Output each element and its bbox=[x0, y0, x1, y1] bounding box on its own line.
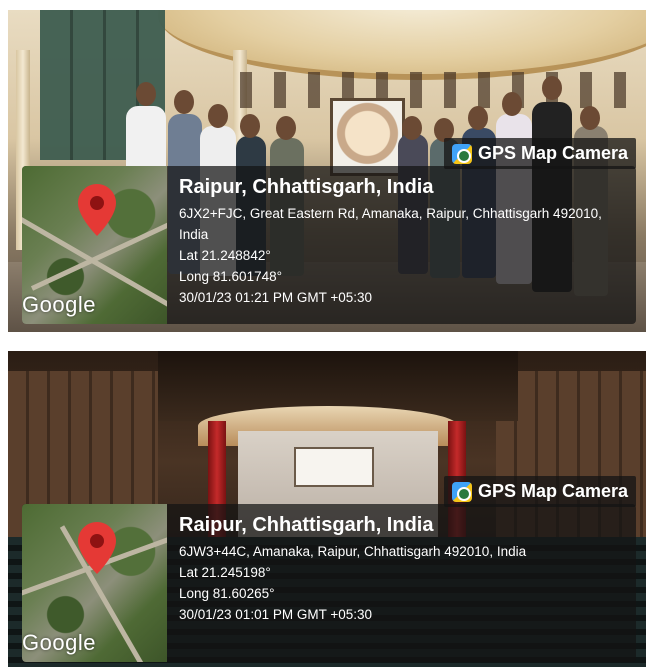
geotagged-photo-2: GPS Map Camera Google Raipur, Chhattisga… bbox=[8, 351, 646, 667]
person-head bbox=[276, 116, 296, 140]
person-head bbox=[174, 90, 194, 114]
portrait-poster bbox=[330, 98, 405, 176]
person-head bbox=[542, 76, 562, 100]
person-head bbox=[580, 106, 600, 130]
timestamp-text: 30/01/23 01:01 PM GMT +05:30 bbox=[179, 607, 373, 622]
location-details: Raipur, Chhattisgarh, India 6JX2+FJC, Gr… bbox=[167, 166, 636, 324]
building-windows bbox=[218, 72, 638, 108]
gps-map-camera-tag: GPS Map Camera bbox=[443, 476, 636, 507]
gps-map-camera-label: GPS Map Camera bbox=[477, 481, 628, 501]
location-title: Raipur, Chhattisgarh, India bbox=[179, 176, 434, 198]
gps-map-camera-label: GPS Map Camera bbox=[477, 143, 628, 163]
geotagged-photo-1: GPS Map Camera Google Raipur, Chhattisga… bbox=[8, 10, 646, 332]
map-thumbnail: Google bbox=[22, 166, 167, 324]
person-head bbox=[136, 82, 156, 106]
location-details: Raipur, Chhattisgarh, India 6JW3+44C, Am… bbox=[167, 504, 636, 662]
person-head bbox=[208, 104, 228, 128]
map-pin-icon bbox=[78, 522, 116, 574]
google-logo: Google bbox=[22, 630, 96, 655]
stage-screen bbox=[294, 447, 374, 487]
location-title: Raipur, Chhattisgarh, India bbox=[179, 514, 434, 536]
longitude-text: Long 81.60265° bbox=[179, 586, 275, 601]
address-text: 6JW3+44C, Amanaka, Raipur, Chhattisgarh … bbox=[179, 544, 527, 559]
gps-map-camera-icon bbox=[451, 481, 472, 502]
person-head bbox=[468, 106, 488, 130]
map-thumbnail: Google bbox=[22, 504, 167, 662]
longitude-text: Long 81.601748° bbox=[179, 269, 282, 284]
address-text: 6JX2+FJC, Great Eastern Rd, Amanaka, Rai… bbox=[179, 206, 602, 242]
timestamp-text: 30/01/23 01:21 PM GMT +05:30 bbox=[179, 290, 373, 305]
location-info-panel: Google Raipur, Chhattisgarh, India 6JW3+… bbox=[22, 504, 636, 662]
latitude-text: Lat 21.245198° bbox=[179, 565, 271, 580]
latitude-text: Lat 21.248842° bbox=[179, 248, 271, 263]
person-head bbox=[240, 114, 260, 138]
gps-map-camera-icon bbox=[451, 143, 472, 164]
person-head bbox=[502, 92, 522, 116]
google-logo: Google bbox=[22, 292, 96, 317]
gps-map-camera-tag: GPS Map Camera bbox=[443, 138, 636, 169]
location-info-panel: Google Raipur, Chhattisgarh, India 6JX2+… bbox=[22, 166, 636, 324]
person-head bbox=[402, 116, 422, 140]
map-pin-icon bbox=[78, 184, 116, 236]
